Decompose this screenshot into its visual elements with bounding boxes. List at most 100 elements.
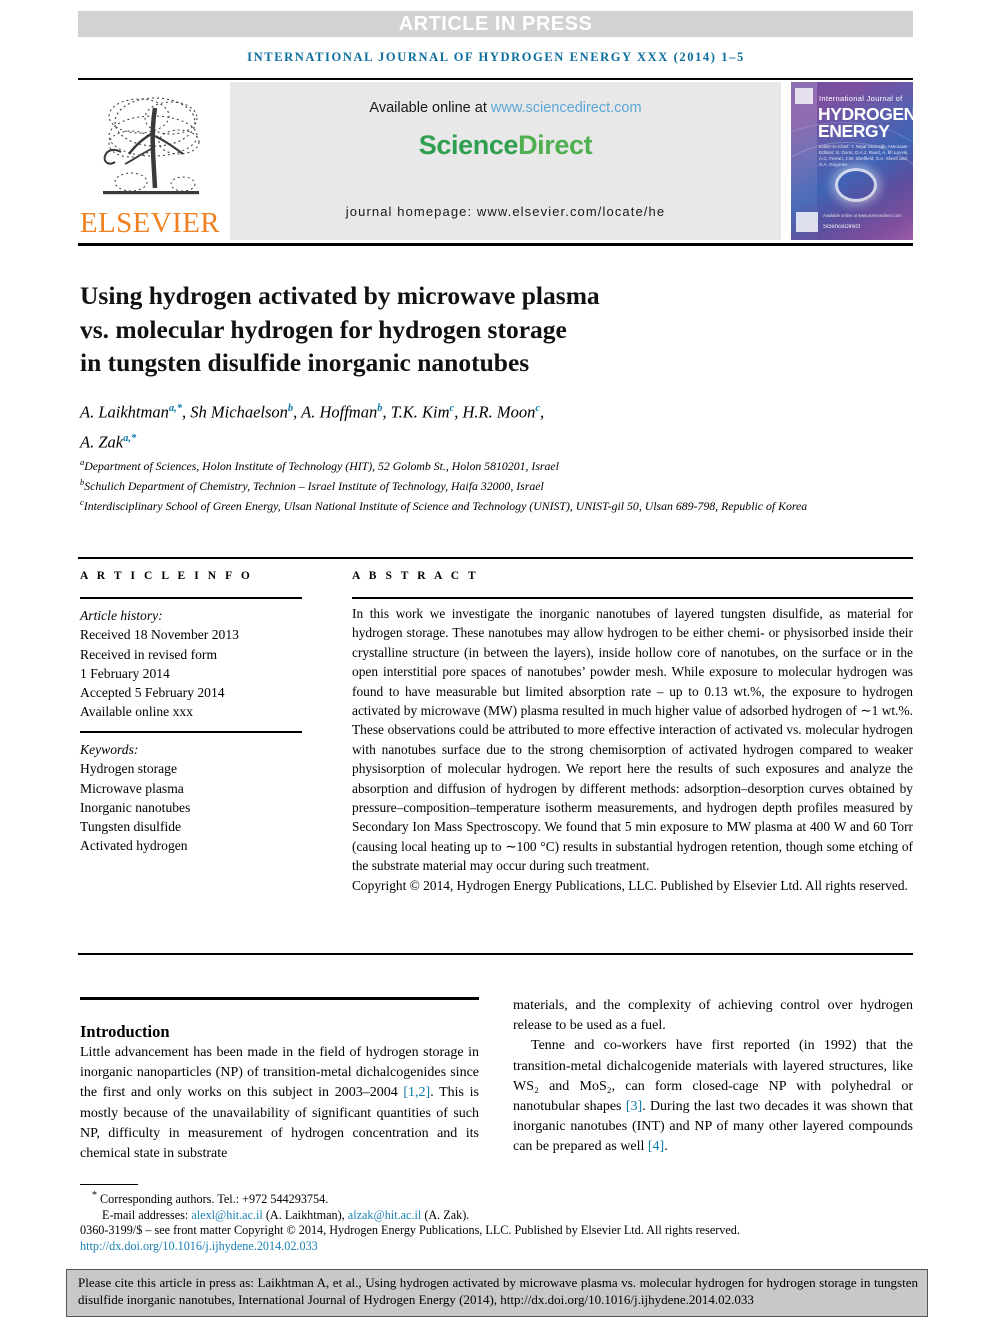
title-line-2: vs. molecular hydrogen for hydrogen stor… — [80, 314, 567, 344]
keywords-block: Keywords: Hydrogen storage Microwave pla… — [80, 740, 320, 856]
article-history-item: 1 February 2014 — [80, 665, 170, 681]
cover-title-line2: ENERGY — [818, 121, 890, 141]
email-link-2[interactable]: alzak@hit.ac.il — [348, 1208, 421, 1222]
author-marks-5: c — [535, 403, 541, 414]
corresponding-author-note: * Corresponding authors. Tel.: +972 5442… — [80, 1188, 915, 1207]
author-marks-3: b — [377, 403, 383, 414]
intro-right-paragraph-2: Tenne and co-workers have first reported… — [513, 1036, 913, 1157]
elsevier-logo: ELSEVIER — [78, 82, 222, 240]
keyword-item: Microwave plasma — [80, 780, 184, 796]
corresponding-author-text: Corresponding authors. Tel.: +972 544293… — [100, 1192, 329, 1207]
sciencedirect-panel: Available online at www.sciencedirect.co… — [230, 82, 781, 240]
article-in-press-label: ARTICLE IN PRESS — [398, 12, 593, 35]
author-marks-6: a,* — [123, 432, 137, 444]
abstract-body: In this work we investigate the inorgani… — [352, 606, 913, 874]
cover-title: HYDROGEN ENERGY — [818, 105, 913, 141]
affiliation-list: aDepartment of Sciences, Holon Institute… — [80, 454, 870, 514]
abstract-section-header: A B S T R A C T — [352, 570, 752, 582]
article-info-section: A R T I C L E I N F O — [80, 570, 312, 582]
elsevier-tree-icon — [91, 92, 209, 208]
cover-footer-note: Available online at www.sciencedirect.co… — [823, 213, 902, 218]
cover-editor-list: Editor-in-Chief: T. Nejat Veziroğlu Asso… — [819, 144, 909, 167]
introduction-right-column: materials, and the complexity of achievi… — [513, 996, 913, 1158]
page-title: Using hydrogen activated by microwave pl… — [80, 279, 780, 380]
abstract-header-rule — [352, 597, 913, 599]
article-in-press-banner: ARTICLE IN PRESS — [78, 11, 913, 37]
masthead-bottom-rule — [78, 243, 913, 246]
journal-masthead: ELSEVIER Available online at www.science… — [78, 82, 913, 240]
keyword-item: Inorganic nanotubes — [80, 799, 191, 815]
cover-eyebrow: International Journal of — [819, 94, 903, 103]
author-name-4[interactable]: T.K. Kim — [391, 403, 450, 422]
email-owner-1: (A. Laikhtman), — [262, 1208, 348, 1223]
keyword-item: Activated hydrogen — [80, 838, 188, 854]
article-history-item: Accepted 5 February 2014 — [80, 685, 225, 701]
author-name-6[interactable]: A. Zak — [80, 432, 123, 451]
masthead-top-rule — [78, 78, 913, 81]
elsevier-wordmark: ELSEVIER — [79, 207, 221, 239]
article-info-header-rule — [80, 597, 302, 599]
cover-elsevier-icon — [795, 88, 813, 104]
email-link-1[interactable]: alexl@hit.ac.il — [191, 1208, 262, 1222]
journal-cover-thumbnail: International Journal of HYDROGEN ENERGY… — [791, 82, 913, 240]
abstract-label: A B S T R A C T — [352, 570, 479, 582]
sciencedirect-wordmark: ScienceDirect — [418, 130, 593, 161]
article-history-item: Received 18 November 2013 — [80, 627, 239, 643]
affiliation-text-b: Schulich Department of Chemistry, Techni… — [84, 479, 544, 494]
author-name-2[interactable]: Sh Michaelson — [190, 403, 288, 422]
issn-copyright-line: 0360-3199/$ – see front matter Copyright… — [80, 1223, 740, 1237]
article-info-label: A R T I C L E I N F O — [80, 570, 253, 582]
author-name-1[interactable]: A. Laikhtman — [80, 403, 169, 422]
intro-right-text-3: . — [664, 1139, 668, 1155]
introduction-heading: Introduction — [80, 1021, 170, 1041]
article-history-header: Article history: — [80, 608, 163, 623]
keywords-divider-rule — [80, 731, 302, 733]
article-info-top-rule — [78, 557, 913, 560]
available-online-line: Available online at www.sciencedirect.co… — [369, 100, 641, 116]
cite-this-article-box: Please cite this article in press as: La… — [66, 1269, 928, 1317]
available-online-prefix: Available online at — [369, 100, 491, 116]
author-marks-1: a,* — [168, 403, 183, 414]
article-history-block: Article history: Received 18 November 20… — [80, 606, 320, 722]
email-owner-2: (A. Zak). — [421, 1208, 470, 1223]
citation-ref-4[interactable]: [4] — [648, 1139, 664, 1154]
author-marks-2: b — [287, 403, 294, 414]
sciencedirect-science-word: Science — [418, 130, 519, 160]
affiliation-text-a: Department of Sciences, Holon Institute … — [84, 458, 559, 473]
introduction-top-rule — [80, 997, 479, 1000]
footnote-block: * Corresponding authors. Tel.: +972 5442… — [80, 1188, 915, 1224]
title-line-3: in tungsten disulfide inorganic nanotube… — [80, 348, 530, 378]
abstract-copyright: Copyright © 2014, Hydrogen Energy Public… — [352, 877, 908, 893]
article-history-item: Received in revised form — [80, 646, 218, 662]
citation-ref-3[interactable]: [3] — [626, 1099, 642, 1114]
asterisk-icon: * — [92, 1190, 97, 1201]
affiliation-text-c: Interdisciplinary School of Green Energy… — [83, 499, 808, 514]
journal-homepage-line[interactable]: journal homepage: www.elsevier.com/locat… — [230, 204, 781, 219]
affiliation-c: cInterdisciplinary School of Green Energ… — [80, 494, 870, 514]
keywords-header: Keywords: — [80, 742, 139, 757]
abstract-section: In this work we investigate the inorgani… — [352, 604, 913, 895]
abstract-bottom-rule — [78, 953, 913, 956]
affiliation-a: aDepartment of Sciences, Holon Institute… — [80, 454, 870, 474]
article-page: ARTICLE IN PRESS INTERNATIONAL JOURNAL O… — [0, 0, 992, 1323]
intro-right-paragraph-1: materials, and the complexity of achievi… — [513, 998, 913, 1034]
author-name-3[interactable]: A. Hoffman — [301, 403, 377, 422]
sciencedirect-link[interactable]: www.sciencedirect.com — [491, 100, 642, 116]
email-label: E-mail addresses: — [102, 1208, 192, 1223]
cover-ijhe-logo-icon — [796, 212, 818, 232]
author-name-5[interactable]: H.R. Moon — [462, 403, 535, 422]
footnote-rule — [80, 1184, 138, 1186]
title-line-1: Using hydrogen activated by microwave pl… — [80, 281, 600, 311]
doi-link[interactable]: http://dx.doi.org/10.1016/j.ijhydene.201… — [80, 1239, 318, 1254]
cover-artwork: International Journal of HYDROGEN ENERGY… — [791, 82, 913, 240]
article-history-item: Available online xxx — [80, 704, 193, 720]
author-marks-4: c — [449, 403, 455, 414]
citation-ref-1-2[interactable]: [1,2] — [403, 1085, 430, 1100]
cover-ring-graphic — [835, 168, 877, 202]
introduction-left-column: Little advancement has been made in the … — [80, 1043, 479, 1164]
affiliation-b: bSchulich Department of Chemistry, Techn… — [80, 474, 870, 494]
keyword-item: Hydrogen storage — [80, 761, 178, 777]
journal-running-head: INTERNATIONAL JOURNAL OF HYDROGEN ENERGY… — [247, 50, 745, 64]
author-list: A. Laikhtmana,*, Sh Michaelsonb, A. Hoff… — [80, 402, 545, 452]
cover-sciencedirect-label: ScienceDirect — [823, 224, 861, 230]
